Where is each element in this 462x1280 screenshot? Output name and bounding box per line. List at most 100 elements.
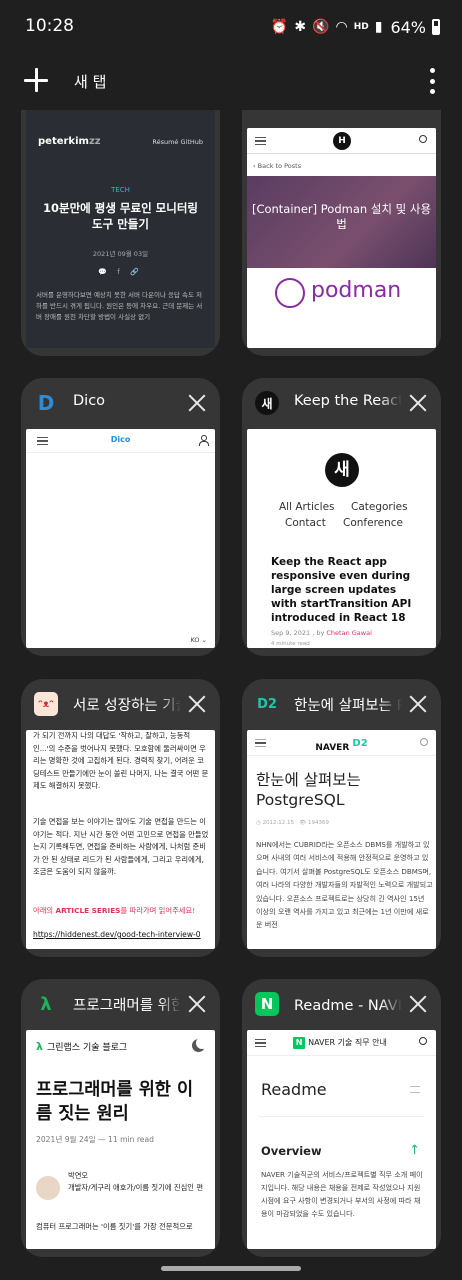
post-body: NHN에서는 CUBRID라는 오픈소스 DBMS를 개발하고 있으며 사내의 … bbox=[256, 840, 433, 930]
tab-header: ᵔᴥᵔ 서로 성장하는 기술 면접 bbox=[21, 679, 220, 729]
site-logo: NAVER D2 bbox=[315, 738, 368, 753]
tab-card-naming[interactable]: λ 프로그래머를 위한 이름 짓는 원리 λ그린랩스 기술 블로그 프로그래머를… bbox=[21, 979, 220, 1257]
site-logo: H bbox=[333, 132, 351, 150]
post-title: [Container] Podman 설치 및 사용법 bbox=[251, 202, 432, 231]
tab-card-peterkimzz[interactable]: peterkimzz Résumé GitHub TECH 10분만에 평생 무… bbox=[21, 110, 220, 356]
post-title: 한눈에 살펴보는 PostgreSQL bbox=[256, 771, 361, 809]
section-title: Overview bbox=[261, 1144, 322, 1158]
site-logo: peterkimzz bbox=[38, 136, 101, 147]
search-icon bbox=[420, 738, 428, 746]
post-meta: ◷ 2012.12.15 👁 194369 bbox=[256, 820, 330, 826]
tab-card-tech-interview[interactable]: ᵔᴥᵔ 서로 성장하는 기술 면접 가 되기 전까지 나의 대답도 '착하고, … bbox=[21, 679, 220, 957]
tab-preview: N NAVER 기술 직무 안내 Readme Overview ↑ NAVER … bbox=[247, 1030, 436, 1249]
dico-favicon-icon: D bbox=[37, 391, 55, 415]
arrow-up-icon: ↑ bbox=[409, 1143, 420, 1158]
tab-header: 새 Keep the React app responsive bbox=[242, 378, 441, 428]
tab-preview: Dico KO ⌄ bbox=[26, 429, 215, 648]
tab-preview: 새 All Articles Categories Contact Confer… bbox=[247, 429, 436, 648]
tab-card-postgresql[interactable]: D2 한눈에 살펴보는 PostgreSQL NAVER D2 한눈에 살펴보는… bbox=[242, 679, 441, 957]
post-tag: TECH bbox=[111, 186, 130, 194]
page-title: Readme bbox=[261, 1080, 327, 1099]
tab-header: D2 한눈에 살펴보는 PostgreSQL bbox=[242, 679, 441, 729]
menu-icon bbox=[255, 137, 266, 145]
tab-title: 한눈에 살펴보는 PostgreSQL bbox=[294, 698, 402, 714]
tab-card-dico[interactable]: D Dico Dico KO ⌄ bbox=[21, 378, 220, 656]
site-nav: Résumé GitHub bbox=[152, 138, 203, 146]
author-info: 박연오 개발자/게구리 애호가/이름 짓기에 진심인 편 bbox=[68, 1171, 204, 1192]
lambda-favicon-icon: λ bbox=[40, 993, 52, 1015]
wifi-icon: ◠ bbox=[335, 19, 348, 35]
naver-favicon-icon: N bbox=[255, 992, 279, 1016]
avatar bbox=[36, 1176, 60, 1200]
tab-header: D Dico bbox=[21, 378, 220, 428]
podman-logo-icon bbox=[275, 278, 305, 308]
battery-icon bbox=[432, 19, 440, 35]
more-options-icon[interactable] bbox=[428, 68, 436, 94]
sae-favicon-icon: 새 bbox=[255, 391, 279, 415]
podman-wordmark: podman bbox=[311, 278, 402, 303]
close-tab-icon[interactable] bbox=[409, 394, 427, 412]
tab-preview: NAVER D2 한눈에 살펴보는 PostgreSQL ◷ 2012.12.1… bbox=[247, 730, 436, 949]
post-meta: Sep 9, 2021 , by Chetan Gawai bbox=[271, 629, 372, 637]
share-icons: 💬 f 🔗 bbox=[98, 268, 143, 276]
nav-item: Contact bbox=[285, 517, 326, 529]
battery-percent: 64% bbox=[390, 17, 426, 37]
tab-switcher-toolbar: 새 탭 bbox=[0, 56, 462, 108]
tab-header: N Readme - NAVER 기술 직무 안내 bbox=[242, 979, 441, 1029]
status-icons: ⏰ ✱ 🔇 ◠ HD ▮ 64% bbox=[271, 14, 440, 40]
hiddenest-favicon-icon: ᵔᴥᵔ bbox=[34, 692, 58, 716]
close-tab-icon[interactable] bbox=[409, 995, 427, 1013]
post-excerpt: 컴퓨터 프로그래머는 '이름 짓기'를 가장 전문적으로 bbox=[36, 1222, 193, 1231]
tab-preview: 가 되기 전까지 나의 대답도 '착하고, 잘하고, 능동적인...'의 수준을… bbox=[26, 730, 215, 949]
status-bar: 10:28 ⏰ ✱ 🔇 ◠ HD ▮ 64% bbox=[0, 0, 462, 56]
site-logo: λ 그린랩스 기술 블로그 bbox=[36, 1040, 128, 1053]
site-logo: Dico bbox=[110, 435, 131, 444]
post-date: 2021년 09월 03일 bbox=[92, 250, 149, 258]
read-time: 4 minute read bbox=[271, 641, 310, 647]
signal-icon: ▮ bbox=[374, 19, 383, 35]
language-select: KO ⌄ bbox=[190, 636, 207, 644]
post-body: 서버를 운영하다보면 예상치 못한 서버 다운이나 응답 속도 저하를 반드시 … bbox=[36, 291, 203, 321]
tab-title: Dico bbox=[73, 393, 106, 409]
tab-header: λ 프로그래머를 위한 이름 짓는 원리 bbox=[21, 979, 220, 1029]
section-body: NAVER 기술직군의 서비스/프로젝트별 직무 소개 페이지입니다. 해당 내… bbox=[261, 1170, 423, 1218]
site-logo: N NAVER 기술 직무 안내 bbox=[247, 1037, 436, 1049]
tab-card-react[interactable]: 새 Keep the React app responsive 새 All Ar… bbox=[242, 378, 441, 656]
new-tab-plus-icon[interactable] bbox=[24, 68, 48, 92]
bluetooth-icon: ✱ bbox=[294, 19, 307, 35]
tab-preview: λ 그린랩스 기술 블로그 프로그래머를 위한 이름 짓는 원리 2021년 9월… bbox=[26, 1030, 215, 1249]
post-title: Keep the React app responsive even durin… bbox=[271, 556, 412, 624]
dark-mode-moon-icon bbox=[192, 1037, 208, 1052]
search-icon bbox=[419, 135, 427, 143]
new-tab-button[interactable]: 새 탭 bbox=[74, 71, 106, 92]
close-tab-icon[interactable] bbox=[188, 995, 206, 1013]
tab-preview: peterkimzz Résumé GitHub TECH 10분만에 평생 무… bbox=[26, 110, 215, 348]
home-indicator[interactable] bbox=[161, 1266, 301, 1271]
post-date: 2021년 9월 24일 — 11 min read bbox=[36, 1135, 154, 1144]
d2-favicon-icon: D2 bbox=[257, 696, 277, 712]
tab-preview: H ‹ Back to Posts [Container] Podman 설치 … bbox=[247, 128, 436, 348]
list-icon bbox=[410, 1086, 420, 1093]
nav-item: Conference bbox=[343, 517, 404, 529]
paragraph: 가 되기 전까지 나의 대답도 '착하고, 잘하고, 능동적인...'의 수준을… bbox=[33, 731, 209, 790]
tab-title: 프로그래머를 위한 이름 짓는 원리 bbox=[73, 998, 181, 1014]
nav-item: All Articles bbox=[279, 501, 335, 513]
series-note: 아래의 ARTICLE SERIES를 따라가며 읽어주세요! bbox=[33, 906, 196, 915]
user-icon bbox=[199, 435, 209, 446]
tab-title: Keep the React app responsive bbox=[294, 393, 402, 409]
nav-item: Categories bbox=[351, 501, 408, 513]
paragraph: 기술 면접을 보는 이야기는 많아도 기술 면접을 만드는 이야기는 적다. 지… bbox=[33, 817, 209, 876]
status-time: 10:28 bbox=[25, 16, 74, 36]
tab-title: Readme - NAVER 기술 직무 안내 bbox=[294, 998, 402, 1014]
post-title: 10분만에 평생 무료인 모니터링 도구 만들기 bbox=[43, 201, 198, 231]
close-tab-icon[interactable] bbox=[409, 695, 427, 713]
tab-card-podman[interactable]: H ‹ Back to Posts [Container] Podman 설치 … bbox=[242, 110, 441, 356]
alarm-icon: ⏰ bbox=[270, 19, 289, 35]
close-tab-icon[interactable] bbox=[188, 695, 206, 713]
tab-card-readme[interactable]: N Readme - NAVER 기술 직무 안내 NNAVER 기술 직무 안… bbox=[242, 979, 441, 1257]
close-tab-icon[interactable] bbox=[188, 394, 206, 412]
back-to-posts-link: ‹ Back to Posts bbox=[253, 162, 302, 170]
hd-icon: HD bbox=[353, 22, 369, 32]
tab-title: 서로 성장하는 기술 면접 bbox=[73, 698, 181, 714]
post-title: 프로그래머를 위한 이름 짓는 원리 bbox=[36, 1080, 194, 1124]
